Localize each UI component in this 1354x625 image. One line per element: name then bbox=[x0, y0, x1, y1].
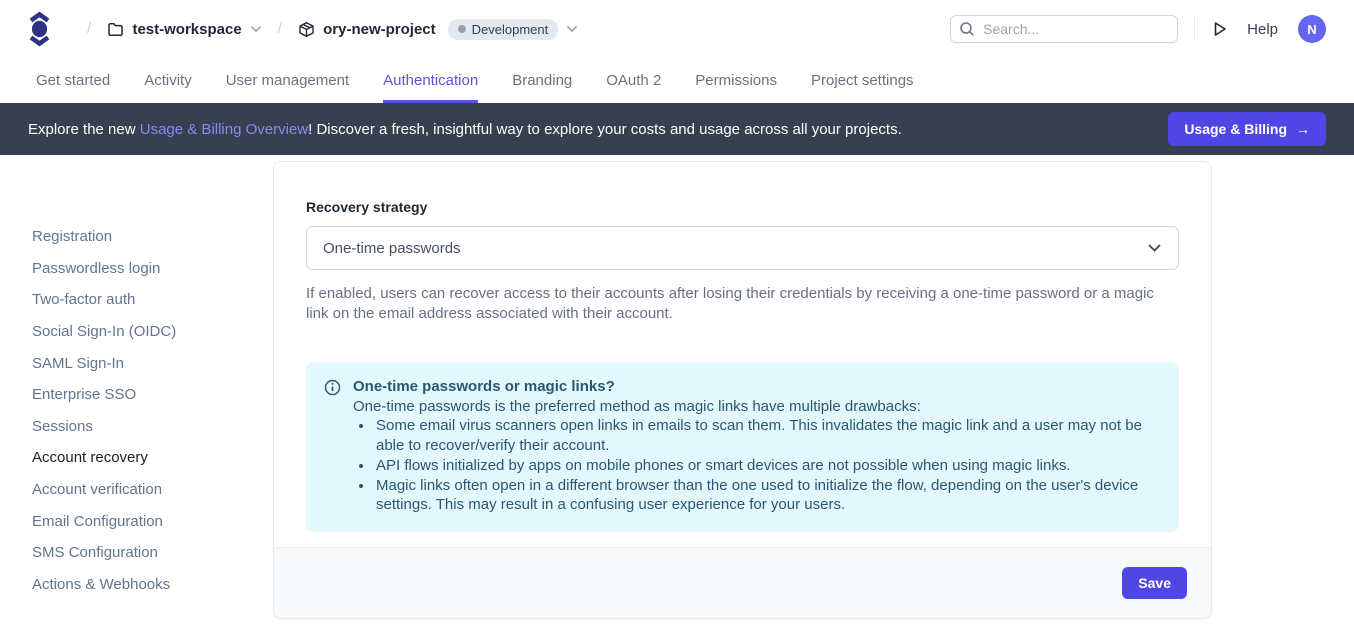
info-box-title: One-time passwords or magic links? bbox=[353, 377, 1159, 397]
info-bullet: Magic links often open in a different br… bbox=[374, 476, 1159, 515]
sidebar-item-registration[interactable]: Registration bbox=[32, 221, 273, 253]
sidebar-item-social-sign-in[interactable]: Social Sign-In (OIDC) bbox=[32, 316, 273, 348]
chevron-down-icon bbox=[250, 25, 262, 33]
sidebar-item-email-configuration[interactable]: Email Configuration bbox=[32, 505, 273, 537]
info-box-intro: One-time passwords is the preferred meth… bbox=[353, 397, 1159, 417]
info-bullet: API flows initialized by apps on mobile … bbox=[374, 456, 1159, 476]
breadcrumb-separator: / bbox=[278, 20, 282, 38]
project-name: ory-new-project bbox=[323, 21, 436, 38]
sidebar-item-account-verification[interactable]: Account verification bbox=[32, 474, 273, 506]
play-icon[interactable] bbox=[1213, 21, 1227, 37]
sidebar-item-two-factor-auth[interactable]: Two-factor auth bbox=[32, 284, 273, 316]
tab-permissions[interactable]: Permissions bbox=[695, 58, 777, 103]
main-nav-tabs: Get started Activity User management Aut… bbox=[0, 58, 1354, 103]
environment-label: Development bbox=[472, 22, 549, 37]
banner-text-after: ! Discover a fresh, insightful way to ex… bbox=[308, 121, 902, 138]
tab-get-started[interactable]: Get started bbox=[36, 58, 110, 103]
search-icon bbox=[959, 21, 975, 37]
folder-icon bbox=[107, 21, 124, 38]
help-link[interactable]: Help bbox=[1247, 21, 1278, 38]
info-box: One-time passwords or magic links? One-t… bbox=[306, 362, 1179, 532]
sidebar-item-sessions[interactable]: Sessions bbox=[32, 411, 273, 443]
info-bullet: Some email virus scanners open links in … bbox=[374, 416, 1159, 455]
environment-dot-icon bbox=[458, 25, 466, 33]
info-box-content: One-time passwords or magic links? One-t… bbox=[353, 377, 1159, 515]
sidebar-item-account-recovery[interactable]: Account recovery bbox=[32, 442, 273, 474]
recovery-strategy-description: If enabled, users can recover access to … bbox=[306, 284, 1179, 324]
card-footer: Save bbox=[274, 547, 1211, 618]
search-input[interactable] bbox=[950, 15, 1178, 43]
workspace-name: test-workspace bbox=[132, 21, 241, 38]
account-recovery-card: Recovery strategy One-time passwords If … bbox=[273, 161, 1212, 619]
sidebar-item-saml-sign-in[interactable]: SAML Sign-In bbox=[32, 347, 273, 379]
environment-badge: Development bbox=[448, 19, 559, 40]
search-box bbox=[950, 15, 1178, 43]
user-avatar[interactable]: N bbox=[1298, 15, 1326, 43]
arrow-right-icon: → bbox=[1296, 121, 1310, 137]
tab-activity[interactable]: Activity bbox=[144, 58, 192, 103]
usage-billing-overview-link[interactable]: Usage & Billing Overview bbox=[140, 121, 308, 138]
banner-text-before: Explore the new bbox=[28, 121, 140, 138]
info-box-bullet-list: Some email virus scanners open links in … bbox=[353, 416, 1159, 515]
tab-project-settings[interactable]: Project settings bbox=[811, 58, 914, 103]
workspace-switcher[interactable]: test-workspace bbox=[107, 21, 261, 38]
tab-branding[interactable]: Branding bbox=[512, 58, 572, 103]
chevron-down-icon bbox=[566, 25, 578, 33]
usage-billing-banner: Explore the new Usage & Billing Overview… bbox=[0, 103, 1354, 155]
sidebar-item-actions-webhooks[interactable]: Actions & Webhooks bbox=[32, 569, 273, 601]
tab-user-management[interactable]: User management bbox=[226, 58, 349, 103]
recovery-strategy-value: One-time passwords bbox=[323, 240, 461, 257]
ory-logo-icon[interactable] bbox=[28, 11, 51, 47]
content-area: Registration Passwordless login Two-fact… bbox=[0, 155, 1354, 625]
topbar-divider bbox=[1194, 17, 1195, 41]
usage-billing-button-label: Usage & Billing bbox=[1184, 121, 1287, 137]
save-button[interactable]: Save bbox=[1122, 567, 1187, 599]
chevron-down-icon bbox=[1147, 243, 1162, 253]
sidebar-item-sms-configuration[interactable]: SMS Configuration bbox=[32, 537, 273, 569]
banner-text: Explore the new Usage & Billing Overview… bbox=[28, 121, 902, 138]
recovery-strategy-label: Recovery strategy bbox=[306, 199, 1179, 215]
tab-oauth2[interactable]: OAuth 2 bbox=[606, 58, 661, 103]
usage-billing-button[interactable]: Usage & Billing → bbox=[1168, 112, 1326, 146]
info-icon bbox=[324, 377, 341, 515]
tab-authentication[interactable]: Authentication bbox=[383, 58, 478, 103]
app-window: / test-workspace / ory-new-project Devel… bbox=[0, 0, 1354, 625]
sidebar-item-passwordless-login[interactable]: Passwordless login bbox=[32, 253, 273, 285]
recovery-strategy-select[interactable]: One-time passwords bbox=[306, 226, 1179, 270]
package-icon bbox=[298, 21, 315, 38]
project-switcher[interactable]: ory-new-project Development bbox=[298, 19, 578, 40]
sidebar-item-enterprise-sso[interactable]: Enterprise SSO bbox=[32, 379, 273, 411]
card-body: Recovery strategy One-time passwords If … bbox=[274, 162, 1211, 547]
breadcrumb-separator: / bbox=[87, 20, 91, 38]
top-bar: / test-workspace / ory-new-project Devel… bbox=[0, 0, 1354, 58]
settings-sidebar: Registration Passwordless login Two-fact… bbox=[0, 155, 273, 625]
